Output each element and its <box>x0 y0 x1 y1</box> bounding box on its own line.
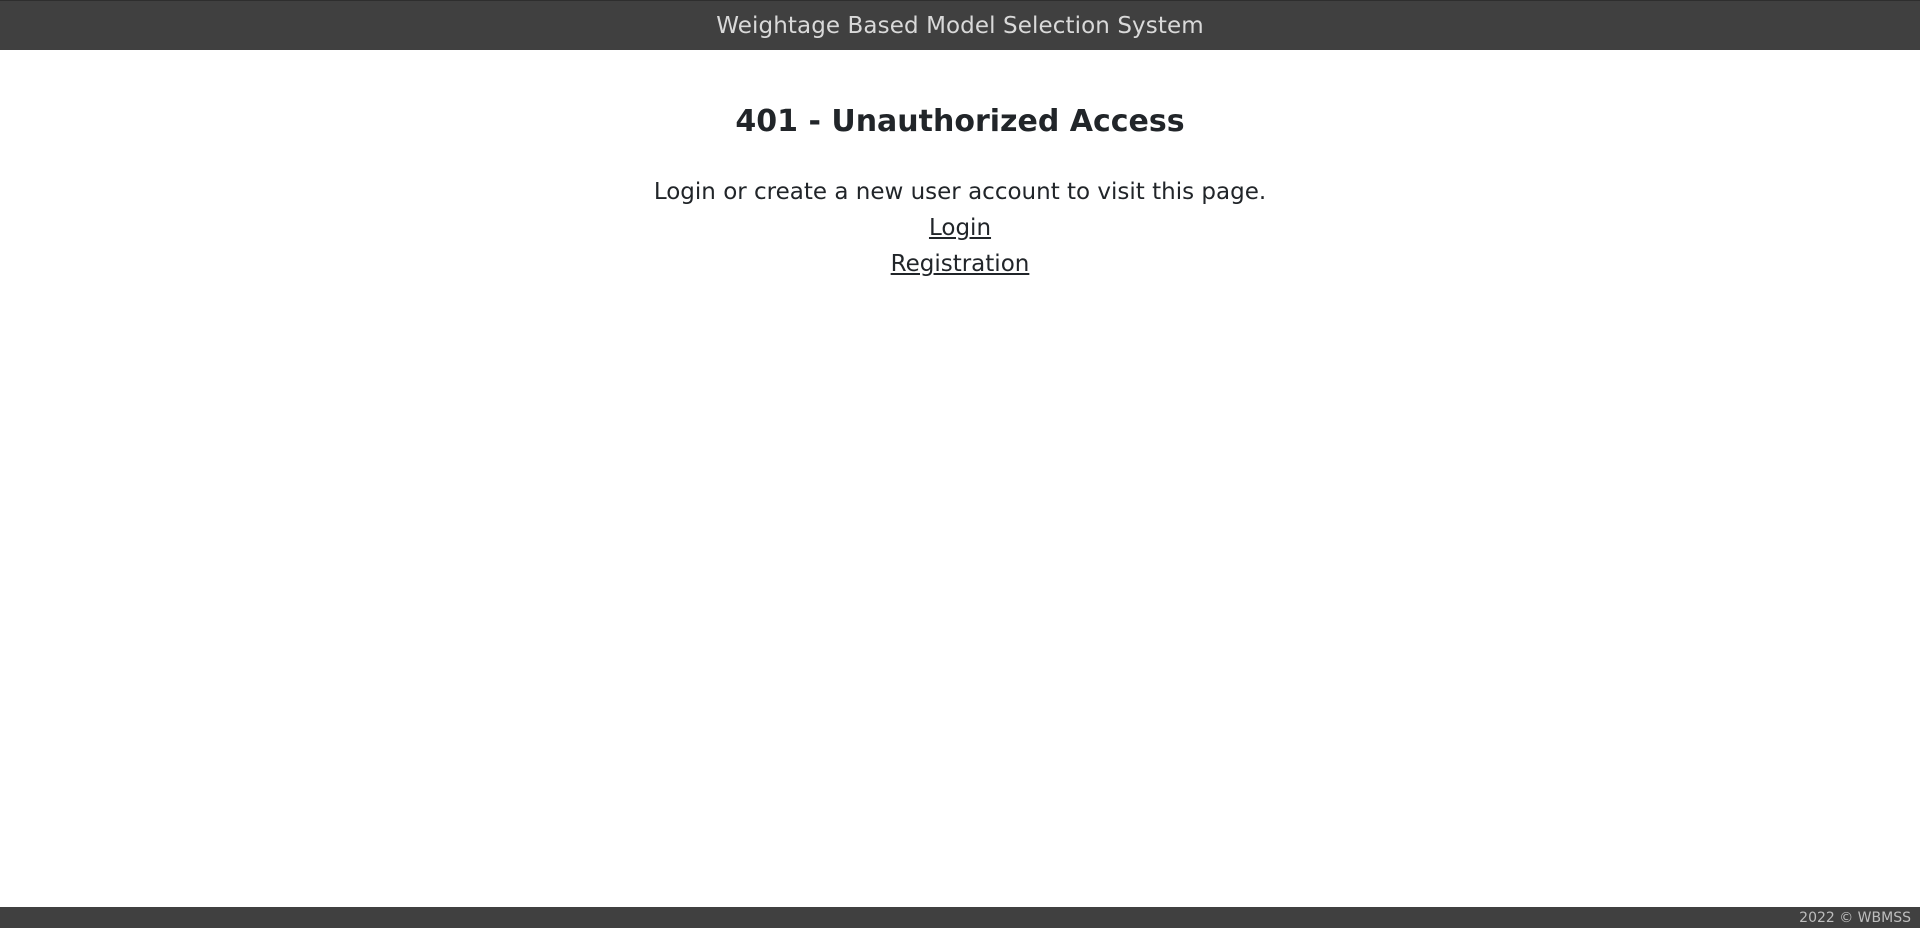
registration-link[interactable]: Registration <box>891 251 1030 277</box>
login-link-row: Login <box>0 210 1920 246</box>
registration-link-row: Registration <box>0 246 1920 282</box>
main-content: 401 - Unauthorized Access Login or creat… <box>0 50 1920 282</box>
app-footer: 2022 © WBMSS <box>0 907 1920 928</box>
app-header: Weightage Based Model Selection System <box>0 0 1920 50</box>
error-title: 401 - Unauthorized Access <box>735 104 1185 139</box>
app-title: Weightage Based Model Selection System <box>716 12 1204 39</box>
footer-copyright: 2022 © WBMSS <box>1799 909 1911 926</box>
error-message: Login or create a new user account to vi… <box>653 179 1267 205</box>
page: Weightage Based Model Selection System 4… <box>0 0 1920 928</box>
login-link[interactable]: Login <box>929 215 991 241</box>
